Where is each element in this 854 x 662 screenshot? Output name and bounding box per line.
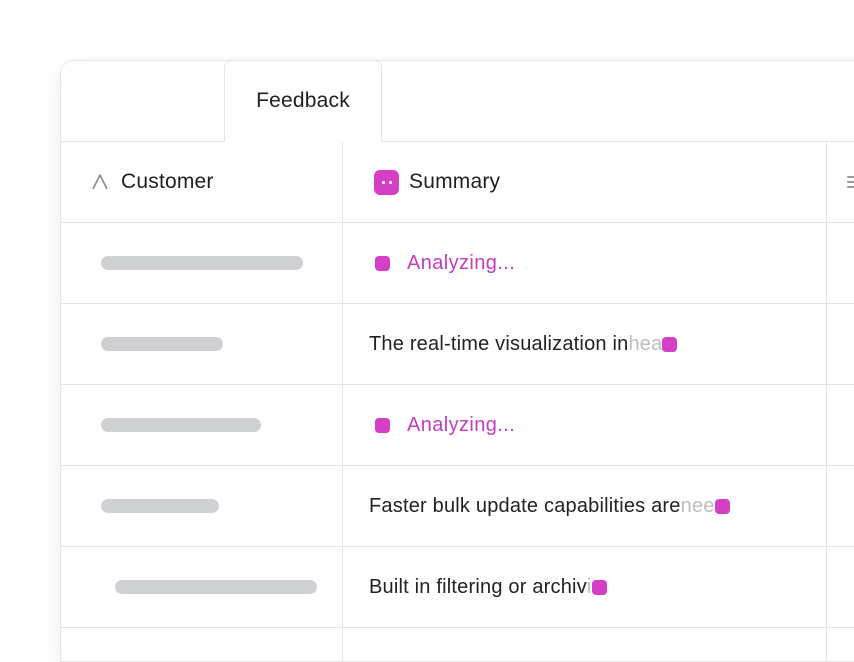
column-header-extra[interactable]	[827, 142, 854, 222]
summary-text-fading: hea	[628, 332, 663, 355]
feedback-table: Customer Summary Analyzing... The real-t…	[61, 142, 854, 628]
customer-placeholder-bar	[115, 580, 317, 594]
customer-cell[interactable]	[61, 304, 342, 384]
table-row[interactable]: The real-time visualization in hea	[61, 304, 854, 385]
typing-cursor-icon	[714, 498, 730, 514]
summary-text-visible: The real-time visualization in	[369, 332, 629, 355]
tab-bar: Feedback	[61, 61, 854, 142]
summary-text-visible: Built in filtering or archiv	[369, 575, 587, 598]
column-header-customer[interactable]: Customer	[61, 142, 342, 222]
customer-cell[interactable]	[61, 385, 342, 465]
text-align-icon	[847, 174, 854, 190]
summary-status-text: Analyzing...	[407, 251, 516, 274]
customer-placeholder-bar	[101, 337, 223, 351]
summary-text-fading: i	[586, 575, 592, 598]
summary-text-visible: Faster bulk update capabilities are	[369, 494, 681, 517]
summary-cell[interactable]: The real-time visualization in hea	[343, 304, 826, 384]
customer-cell[interactable]	[61, 547, 342, 627]
summary-text-fading: nee	[680, 494, 715, 517]
table-row[interactable]: Built in filtering or archiv i	[61, 547, 854, 628]
ai-summary-icon	[374, 169, 399, 195]
summary-cell[interactable]: Built in filtering or archiv i	[343, 547, 826, 627]
feedback-table-window: Feedback Customer Summary Analyzing... T…	[60, 60, 854, 662]
customer-placeholder-bar	[101, 418, 261, 432]
customer-placeholder-bar	[101, 499, 219, 513]
table-row[interactable]: Faster bulk update capabilities are nee	[61, 466, 854, 547]
customer-cell[interactable]	[61, 466, 342, 546]
analyzing-indicator-icon	[375, 417, 390, 433]
analyzing-indicator-icon	[375, 255, 390, 271]
column-header-customer-label: Customer	[121, 170, 214, 193]
typing-cursor-icon	[591, 579, 607, 595]
customer-placeholder-bar	[101, 256, 303, 270]
summary-text: Faster bulk update capabilities are nee	[369, 495, 730, 518]
tab-feedback[interactable]: Feedback	[224, 61, 382, 141]
table-row[interactable]: Analyzing...	[61, 385, 854, 466]
tab-feedback-label: Feedback	[256, 89, 350, 112]
customer-cell[interactable]	[61, 223, 342, 303]
table-row[interactable]: Analyzing...	[61, 223, 854, 304]
column-header-summary-label: Summary	[409, 170, 501, 193]
summary-status-text: Analyzing...	[407, 413, 516, 436]
typing-cursor-icon	[662, 336, 678, 352]
summary-cell[interactable]: Faster bulk update capabilities are nee	[343, 466, 826, 546]
table-header-row: Customer Summary	[61, 142, 854, 223]
summary-cell[interactable]: Analyzing...	[343, 385, 826, 465]
summary-text: Built in filtering or archiv i	[369, 576, 607, 599]
summary-text: The real-time visualization in hea	[369, 332, 678, 356]
text-type-icon	[91, 173, 109, 191]
column-header-summary[interactable]: Summary	[343, 142, 826, 222]
summary-cell[interactable]: Analyzing...	[343, 223, 826, 303]
